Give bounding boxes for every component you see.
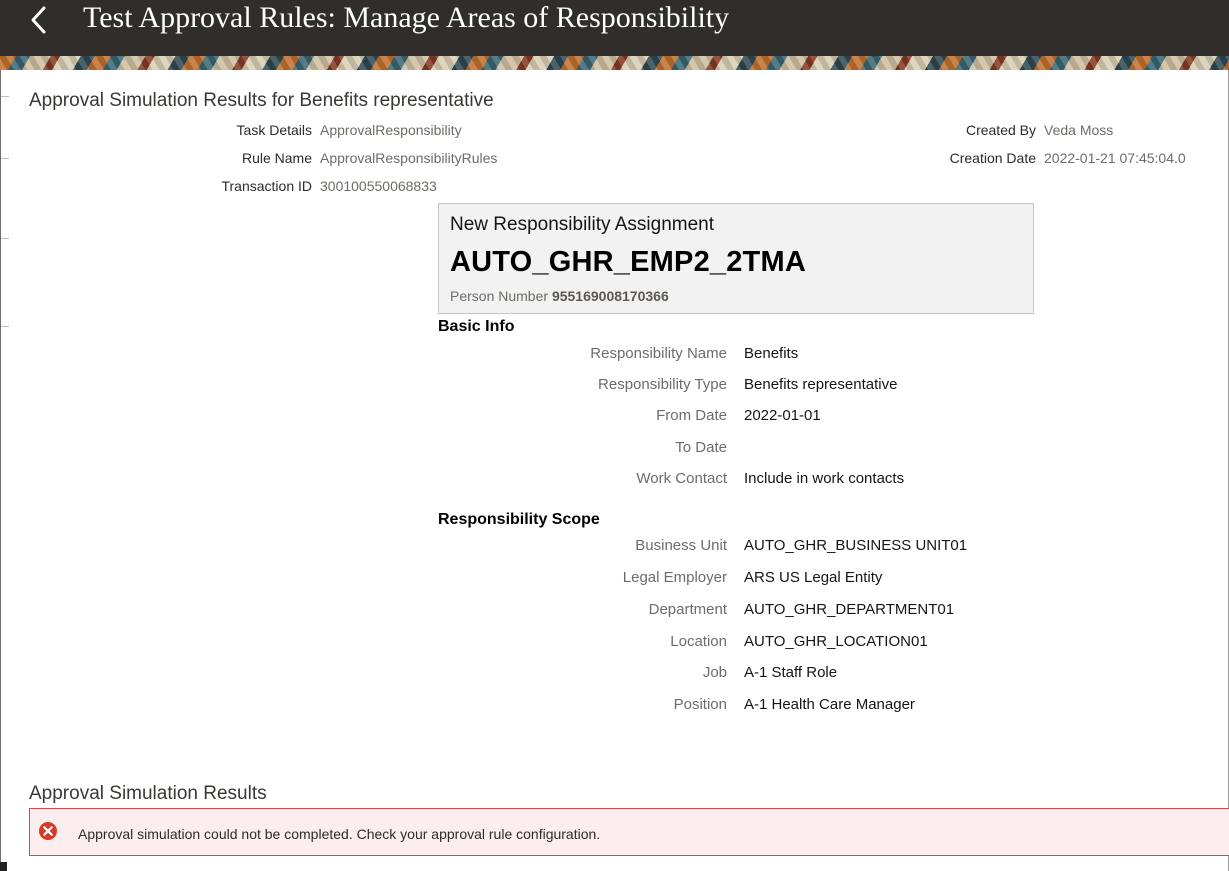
task-details-label: Task Details [236,122,312,138]
field-value: 2022-01-01 [744,407,821,424]
content-frame [0,70,1229,871]
chevron-left-icon [31,6,46,34]
person-number: Person Number 955169008170366 [450,288,669,304]
responsibility-assignment-card: New Responsibility Assignment AUTO_GHR_E… [438,203,1034,314]
creation-date-value: 2022-01-21 07:45:04.0 [1044,150,1186,166]
field-value: Include in work contacts [744,470,905,487]
back-button[interactable] [22,3,56,37]
creation-date-label: Creation Date [949,150,1036,166]
field-label: Job [702,664,727,681]
approval-results-heading: Approval Simulation Results [29,783,267,804]
field-value: ARS US Legal Entity [744,569,883,586]
assignment-code: AUTO_GHR_EMP2_2TMA [450,246,806,278]
field-label: Legal Employer [622,569,727,586]
field-value: AUTO_GHR_BUSINESS UNIT01 [744,537,968,554]
field-label: From Date [656,407,727,424]
transaction-id-label: Transaction ID [221,178,312,194]
frame-corner-mark [0,862,7,871]
field-value: A-1 Staff Role [744,664,838,681]
field-label: Business Unit [635,537,727,554]
rule-name-value: ApprovalResponsibilityRules [320,150,498,166]
field-value: Benefits [744,345,799,362]
field-label: Responsibility Type [598,376,727,393]
simulation-results-heading: Approval Simulation Results for Benefits… [29,90,494,111]
page-title: Test Approval Rules: Manage Areas of Res… [83,1,730,34]
card-title: New Responsibility Assignment [450,214,715,235]
responsibility-scope-heading: Responsibility Scope [438,511,600,528]
field-label: Location [670,633,727,650]
field-value: AUTO_GHR_LOCATION01 [744,633,928,650]
transaction-id-value: 300100550068833 [320,178,437,194]
field-value: Benefits representative [744,376,898,393]
person-number-value: 955169008170366 [551,288,669,304]
basic-info-heading: Basic Info [438,318,515,335]
error-circle-icon [39,822,57,840]
page-header: Test Approval Rules: Manage Areas of Res… [0,0,1229,70]
error-message-box: Approval simulation could not be complet… [29,808,1229,856]
field-label: Department [648,601,727,618]
field-label: Position [673,696,727,713]
created-by-label: Created By [965,122,1036,138]
field-label: To Date [675,439,727,456]
header-decorative-band [0,56,1229,70]
created-by-value: Veda Moss [1044,122,1114,138]
error-message-text: Approval simulation could not be complet… [78,826,601,842]
field-value: AUTO_GHR_DEPARTMENT01 [744,601,955,618]
field-value: A-1 Health Care Manager [744,696,915,713]
rule-name-label: Rule Name [241,150,312,166]
field-label: Work Contact [636,470,727,487]
field-label: Responsibility Name [590,345,727,362]
task-details-value: ApprovalResponsibility [320,122,462,138]
person-number-label: Person Number [450,288,549,304]
